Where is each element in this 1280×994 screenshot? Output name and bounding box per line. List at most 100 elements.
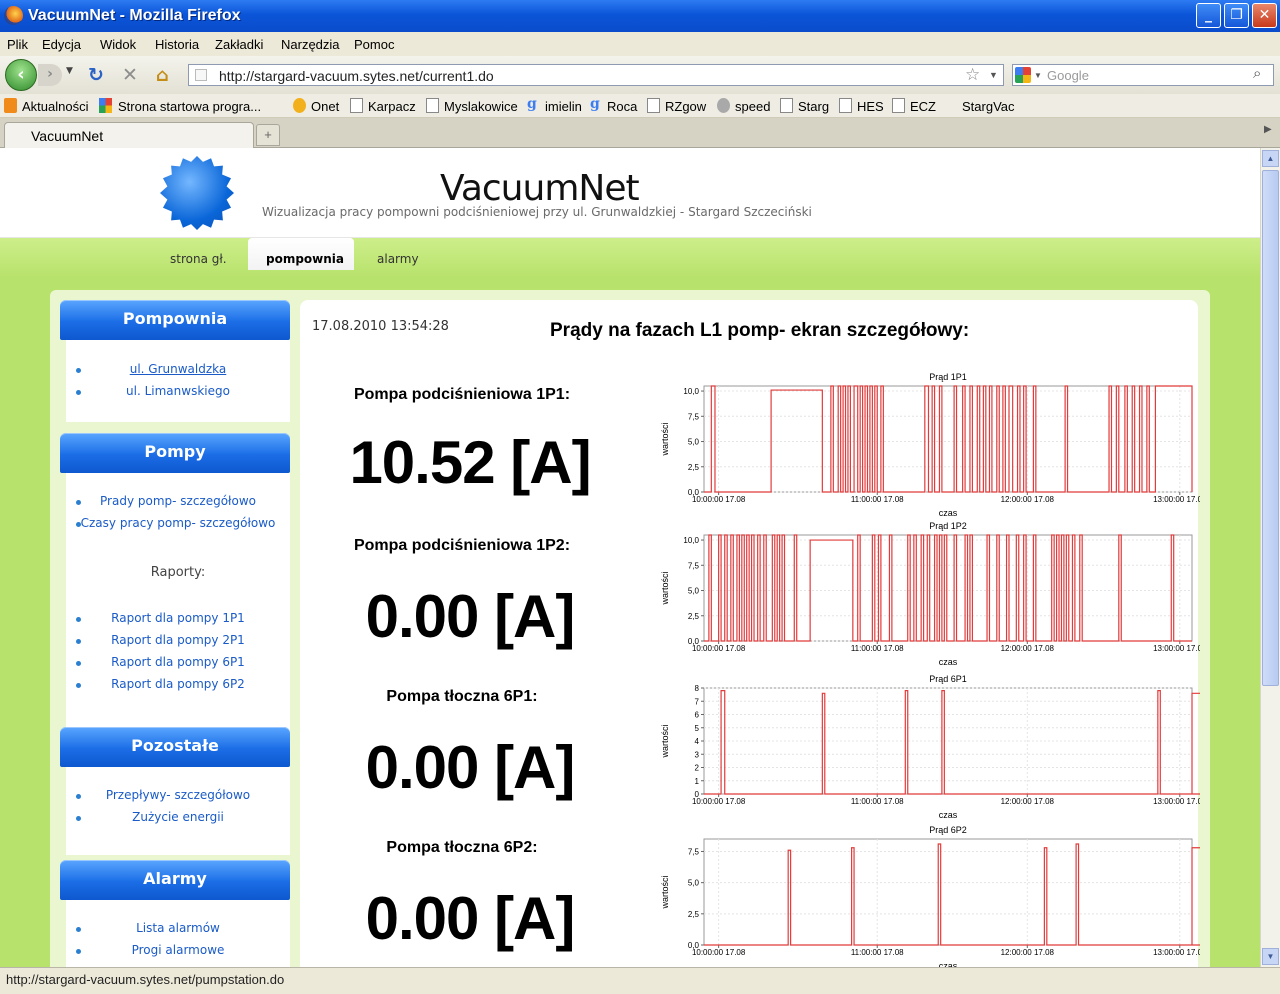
- menu-narzedzia[interactable]: Narzędzia: [281, 37, 340, 52]
- minimize-button[interactable]: _: [1196, 3, 1221, 28]
- sidebar-link-czasy-pracy[interactable]: Czasy pracy pomp- szczegółowo: [66, 516, 290, 530]
- pump-value-6p1: 0.00 [A]: [365, 734, 576, 801]
- y-axis-label: wartości: [660, 571, 670, 605]
- nav-tab-alarmy[interactable]: alarmy: [377, 252, 419, 266]
- page-favicon-icon: [195, 69, 207, 81]
- sidebar-section-pompownia: ul. Grunwaldzka ul. Limanwskiego: [66, 340, 290, 422]
- tab-vacuumnet[interactable]: VacuumNet: [4, 122, 254, 148]
- bookmark-myslakowice[interactable]: Myslakowice: [444, 99, 518, 114]
- maximize-button[interactable]: ❐: [1224, 3, 1249, 28]
- x-tick-label: 13:00:00 17.08: [1153, 797, 1200, 806]
- bookmark-imielin[interactable]: imielin: [545, 99, 582, 114]
- page-icon: [647, 98, 660, 113]
- bookmark-hes[interactable]: HES: [857, 99, 884, 114]
- search-bar[interactable]: ▼ Google ⌕: [1012, 64, 1274, 86]
- tab-list-icon[interactable]: ▶: [1264, 124, 1272, 135]
- search-icon[interactable]: ⌕: [1253, 65, 1261, 82]
- page-scrollbar[interactable]: ▲ ▼: [1260, 148, 1280, 967]
- scrollbar-thumb[interactable]: [1262, 170, 1279, 686]
- x-tick-label: 12:00:00 17.08: [1001, 948, 1055, 957]
- close-button[interactable]: ✕: [1252, 3, 1277, 28]
- bookmark-starg[interactable]: Starg: [798, 99, 829, 114]
- y-tick-label: 7: [695, 697, 700, 706]
- stop-icon[interactable]: ✕: [122, 64, 138, 86]
- page-icon: [350, 98, 363, 113]
- y-tick-label: 5: [695, 724, 700, 733]
- tab-bar: VacuumNet + ▶: [0, 118, 1280, 148]
- page-icon: [839, 98, 852, 113]
- history-dropdown-icon[interactable]: ▼: [66, 66, 73, 76]
- scroll-up-icon[interactable]: ▲: [1262, 150, 1279, 167]
- menu-pomoc[interactable]: Pomoc: [354, 37, 394, 52]
- menu-bar: Plik Edycja Widok Historia Zakładki Narz…: [0, 32, 1280, 56]
- sidebar-link-raport-1p1[interactable]: Raport dla pompy 1P1: [66, 611, 290, 625]
- y-tick-label: 2,5: [688, 910, 700, 919]
- y-tick-label: 5,0: [688, 438, 700, 447]
- pump-label-1p1: Pompa podciśnieniowa 1P1:: [353, 386, 571, 403]
- menu-historia[interactable]: Historia: [155, 37, 199, 52]
- new-tab-button[interactable]: +: [256, 124, 280, 146]
- bookmark-karpacz[interactable]: Karpacz: [368, 99, 416, 114]
- site-title: VacuumNet: [440, 168, 640, 209]
- home-icon[interactable]: ⌂: [156, 65, 169, 86]
- sidebar-link-lista-alarmow[interactable]: Lista alarmów: [66, 921, 290, 935]
- forward-button[interactable]: ›: [38, 64, 62, 86]
- menu-plik[interactable]: Plik: [7, 37, 28, 52]
- bookmark-strona-startowa[interactable]: Strona startowa progra...: [118, 99, 261, 114]
- bookmark-roca[interactable]: Roca: [607, 99, 637, 114]
- x-tick-label: 11:00:00 17.08: [851, 948, 904, 957]
- firefox-icon: [4, 6, 23, 25]
- sidebar-link-prady-pomp[interactable]: Prady pomp- szczegółowo: [66, 494, 290, 508]
- chart-svg: Prąd 6P101234567810:00:00 17.08 11:00:00 …: [660, 674, 1200, 820]
- bookmark-rzgow[interactable]: RZgow: [665, 99, 706, 114]
- menu-edycja[interactable]: Edycja: [42, 37, 81, 52]
- status-text: http://stargard-vacuum.sytes.net/pumpsta…: [6, 972, 285, 987]
- reload-icon[interactable]: ↻: [88, 64, 104, 86]
- url-dropdown-icon[interactable]: ▼: [989, 70, 998, 80]
- main-panel: 17.08.2010 13:54:28 Prądy na fazach L1 p…: [300, 300, 1200, 967]
- y-tick-label: 4: [695, 737, 700, 746]
- bookmark-speed[interactable]: speed: [735, 99, 770, 114]
- sidebar-link-grunwaldzka[interactable]: ul. Grunwaldzka: [66, 362, 290, 376]
- bookmark-star-icon[interactable]: ☆: [965, 65, 980, 85]
- bookmark-aktualnosci[interactable]: Aktualności: [22, 99, 88, 114]
- sidebar-link-limanowskiego[interactable]: ul. Limanwskiego: [66, 384, 290, 398]
- pump-value-1p1: 10.52 [A]: [349, 429, 591, 496]
- y-tick-label: 6: [695, 711, 700, 720]
- sidebar-heading-alarmy[interactable]: Alarmy: [60, 860, 290, 900]
- chart-title: Prąd 1P2: [929, 521, 967, 531]
- sidebar-heading-pompy[interactable]: Pompy: [60, 433, 290, 473]
- menu-zakladki[interactable]: Zakładki: [215, 37, 263, 52]
- url-text[interactable]: http://stargard-vacuum.sytes.net/current…: [219, 68, 494, 84]
- sidebar-link-progi-alarmowe[interactable]: Progi alarmowe: [66, 943, 290, 957]
- sidebar-heading-pozostale[interactable]: Pozostałe: [60, 727, 290, 767]
- x-tick-label: 13:00:00 17.08: [1153, 644, 1200, 653]
- search-input[interactable]: Google: [1047, 68, 1089, 83]
- google-engine-icon[interactable]: [1015, 67, 1031, 83]
- sidebar-link-przeplywy[interactable]: Przepływy- szczegółowo: [66, 788, 290, 802]
- bookmark-ecz[interactable]: ECZ: [910, 99, 936, 114]
- nav-tab-pompownia[interactable]: pompownia: [266, 252, 344, 266]
- chart-prad-1p1: Prąd 1P1 0,0 2,5 5,0 7,5 10,0 10:00:00 17.08 11…: [640, 370, 1200, 520]
- url-bar[interactable]: http://stargard-vacuum.sytes.net/current…: [188, 64, 1004, 86]
- sidebar-link-raport-2p1[interactable]: Raport dla pompy 2P1: [66, 633, 290, 647]
- pump-value-6p2: 0.00 [A]: [365, 885, 576, 952]
- chart-svg: Prąd 6P20,02,55,07,510:00:00 17.08 11:00:…: [660, 825, 1200, 967]
- bookmark-stargvac[interactable]: StargVac: [962, 99, 1015, 114]
- back-button[interactable]: ‹: [5, 59, 37, 91]
- scroll-down-icon[interactable]: ▼: [1262, 948, 1279, 965]
- menu-widok[interactable]: Widok: [100, 37, 136, 52]
- site-nav: strona gł. pompownia alarmy: [0, 238, 1260, 278]
- sidebar-link-raport-6p1[interactable]: Raport dla pompy 6P1: [66, 655, 290, 669]
- x-tick-label: 11:00:00 17.08: [851, 644, 904, 653]
- nav-tab-strona-gl[interactable]: strona gł.: [170, 252, 227, 266]
- sidebar-link-zuzycie-energii[interactable]: Zużycie energii: [66, 810, 290, 824]
- sidebar-link-raport-6p2[interactable]: Raport dla pompy 6P2: [66, 677, 290, 691]
- chart-svg: Prąd 1P10,02,55,07,510,010:00:00 17.08 11…: [660, 372, 1200, 518]
- google-g-icon: g: [527, 96, 537, 112]
- onet-icon: [293, 98, 306, 113]
- window-title: VacuumNet - Mozilla Firefox: [28, 7, 241, 24]
- bookmark-onet[interactable]: Onet: [311, 99, 339, 114]
- search-engine-dropdown-icon[interactable]: ▼: [1034, 71, 1042, 80]
- sidebar-heading-pompownia[interactable]: Pompownia: [60, 300, 290, 340]
